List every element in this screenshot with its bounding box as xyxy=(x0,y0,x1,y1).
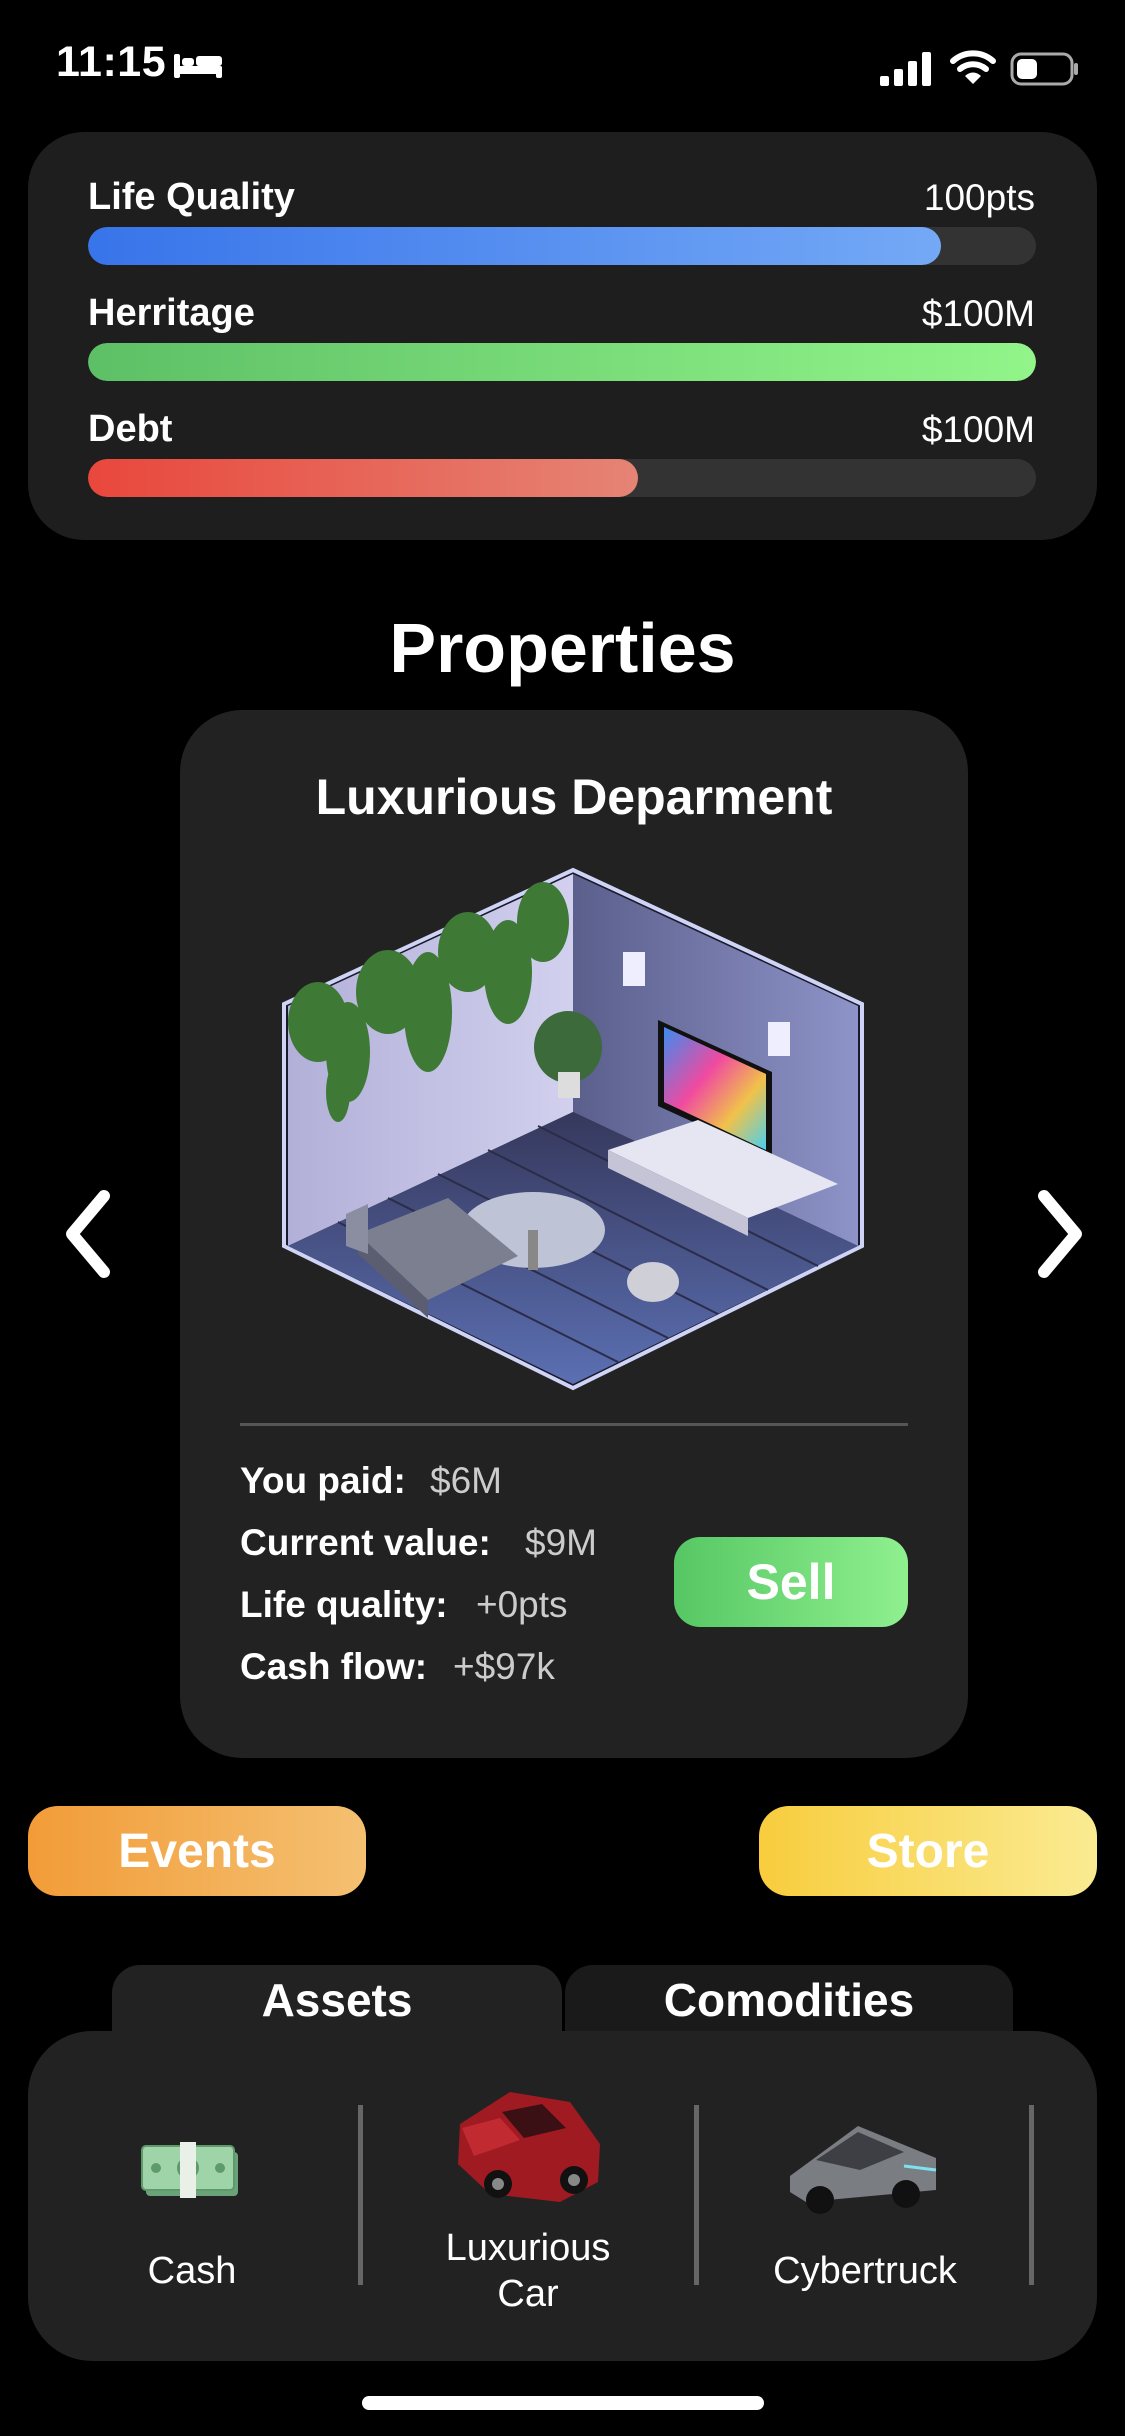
asset-cybertruck-label: Cybertruck xyxy=(773,2250,957,2292)
life-quality-detail-value: +0pts xyxy=(476,1584,568,1625)
life-quality-value: 100pts xyxy=(923,177,1035,218)
cash-flow-value: +$97k xyxy=(453,1646,555,1687)
cellular-signal-icon xyxy=(880,52,931,86)
you-paid-label: You paid: xyxy=(240,1460,406,1501)
heritage-value: $100M xyxy=(921,293,1035,334)
you-paid-value: $6M xyxy=(430,1460,502,1501)
property-name: Luxurious Deparment xyxy=(315,769,833,825)
battery-icon xyxy=(1010,52,1078,86)
life-quality-bar xyxy=(88,227,1036,265)
debt-value: $100M xyxy=(921,409,1035,450)
asset-cash-label: Cash xyxy=(147,2250,237,2292)
events-button[interactable]: Events xyxy=(28,1806,366,1896)
status-time: 11:15 xyxy=(56,38,167,86)
home-indicator xyxy=(362,2396,764,2410)
current-value-value: $9M xyxy=(525,1522,597,1563)
life-quality-detail-label: Life quality: xyxy=(240,1584,448,1625)
heritage-bar xyxy=(88,343,1036,381)
asset-separator xyxy=(694,2105,699,2285)
chevron-left-icon[interactable] xyxy=(58,1184,118,1284)
debt-label: Debt xyxy=(88,408,173,450)
heritage-bar-fill xyxy=(88,343,1036,381)
chevron-right-icon[interactable] xyxy=(1030,1184,1090,1284)
current-value-label: Current value: xyxy=(240,1522,491,1563)
car-icon[interactable] xyxy=(450,2084,606,2210)
heritage-label: Herritage xyxy=(88,292,255,334)
asset-luxurious-car-label: Luxurious Car xyxy=(445,2227,611,2315)
life-quality-bar-fill xyxy=(88,227,942,265)
wifi-icon xyxy=(950,50,996,84)
cash-flow-label: Cash flow: xyxy=(240,1646,428,1687)
card-divider xyxy=(240,1423,908,1426)
store-button[interactable]: Store xyxy=(759,1806,1097,1896)
sell-button[interactable]: Sell xyxy=(674,1537,908,1627)
property-image xyxy=(282,867,864,1391)
cash-icon[interactable] xyxy=(140,2140,244,2202)
life-quality-label: Life Quality xyxy=(88,176,295,218)
debt-bar-fill xyxy=(88,459,638,497)
asset-separator xyxy=(1029,2105,1034,2285)
cybertruck-icon[interactable] xyxy=(786,2120,940,2220)
section-title: Properties xyxy=(389,609,736,687)
debt-bar xyxy=(88,459,1036,497)
asset-separator xyxy=(358,2105,363,2285)
sleep-focus-icon xyxy=(174,54,222,78)
